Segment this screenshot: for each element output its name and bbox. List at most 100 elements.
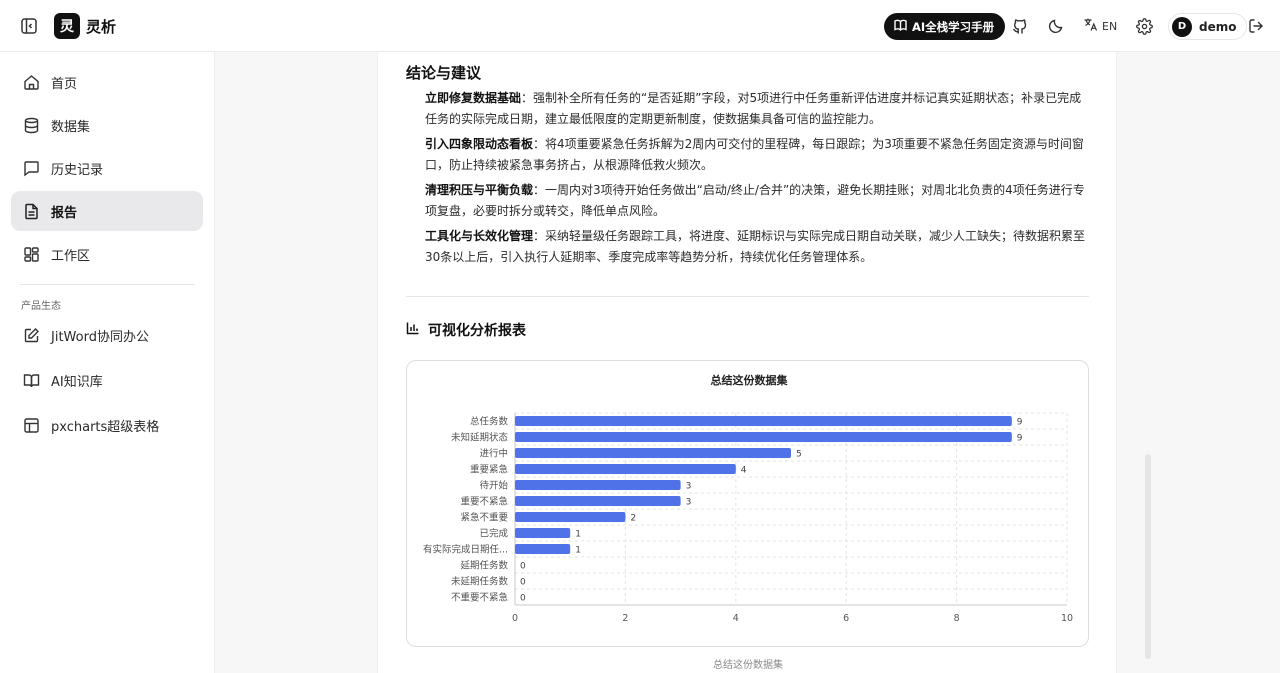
data-label: 3 <box>686 482 692 492</box>
data-label: 3 <box>686 498 692 508</box>
data-label: 2 <box>630 514 636 524</box>
ai-manual-label: AI全栈学习手册 <box>912 19 995 34</box>
y-tick-label: 延期任务数 <box>460 560 508 572</box>
item-title: 引入四象限动态看板 <box>425 137 534 151</box>
sidebar-toggle-icon[interactable] <box>18 15 40 37</box>
x-tick-label: 2 <box>622 613 628 624</box>
chart-title: 总结这份数据集 <box>711 373 789 387</box>
bar <box>515 544 571 554</box>
sidebar-item-label: 报告 <box>51 205 78 221</box>
y-tick-label: 重要不紧急 <box>460 496 508 508</box>
sidebar: 首页 数据集 历史记录 报告 工作区 产品生态 JitWord协同办公 AI知识… <box>0 52 215 673</box>
report-document-icon <box>22 202 40 220</box>
user-name: demo <box>1199 19 1237 34</box>
logout-icon[interactable] <box>1246 16 1266 36</box>
data-label: 4 <box>741 466 747 476</box>
sidebar-item-label: 历史记录 <box>51 162 104 178</box>
translate-icon <box>1083 17 1098 35</box>
bar <box>515 528 571 538</box>
sidebar-item-label: 首页 <box>51 76 78 92</box>
y-tick-label: 进行中 <box>479 448 508 460</box>
data-label: 0 <box>520 578 526 588</box>
sidebar-item-jitword[interactable]: JitWord协同办公 <box>11 315 203 355</box>
y-tick-label: 紧急不重要 <box>460 512 508 524</box>
recommendation-list: 立即修复数据基础：强制补全所有任务的“是否延期”字段，对5项进行中任务重新评估进… <box>425 88 1089 272</box>
data-label: 1 <box>575 530 581 540</box>
sidebar-divider <box>20 284 195 285</box>
x-tick-label: 8 <box>954 613 960 624</box>
x-tick-label: 10 <box>1061 613 1073 624</box>
language-label: EN <box>1102 19 1118 33</box>
data-label: 0 <box>520 594 526 604</box>
settings-gear-icon[interactable] <box>1134 16 1154 36</box>
viz-title-text: 可视化分析报表 <box>428 323 526 339</box>
sidebar-section-label: 产品生态 <box>21 301 61 312</box>
bar-chart-icon <box>406 321 420 339</box>
scrollbar[interactable] <box>1145 454 1151 659</box>
data-label: 1 <box>575 546 581 556</box>
avatar: D <box>1172 16 1192 37</box>
data-label: 0 <box>520 562 526 572</box>
sidebar-item-pxcharts[interactable]: pxcharts超级表格 <box>11 405 203 445</box>
data-label: 5 <box>796 450 802 460</box>
list-item: 立即修复数据基础：强制补全所有任务的“是否延期”字段，对5项进行中任务重新评估进… <box>425 88 1089 130</box>
ai-manual-button[interactable]: AI全栈学习手册 <box>884 13 1006 40</box>
sidebar-item-label: pxcharts超级表格 <box>51 419 160 435</box>
viz-section-title: 可视化分析报表 <box>406 320 526 340</box>
database-icon <box>22 116 40 134</box>
chart-card: 总结这份数据集 0 2 4 6 8 10 总任务数 9 未知延期状态 9 进行中 5 重要紧急 4 待开始 3 重… <box>406 360 1089 647</box>
x-tick-label: 0 <box>512 613 518 624</box>
item-title: 清理积压与平衡负载 <box>425 183 534 197</box>
bar <box>515 496 681 506</box>
y-tick-label: 重要紧急 <box>470 464 509 476</box>
sidebar-item-label: 工作区 <box>51 248 91 264</box>
sidebar-item-reports[interactable]: 报告 <box>11 191 203 231</box>
y-tick-label: 待开始 <box>479 480 508 492</box>
bar <box>515 512 626 522</box>
list-item: 工具化与长效化管理：采纳轻量级任务跟踪工具，将进度、延期标识与实际完成日期自动关… <box>425 226 1089 268</box>
user-menu[interactable]: D demo <box>1168 13 1248 40</box>
sidebar-item-label: 数据集 <box>51 119 91 135</box>
github-icon[interactable] <box>1010 16 1030 36</box>
y-tick-label: 已完成 <box>479 528 508 540</box>
sidebar-item-ai-knowledge[interactable]: AI知识库 <box>11 360 203 400</box>
list-item: 清理积压与平衡负载：一周内对3项待开始任务做出“启动/终止/合并”的决策，避免长… <box>425 180 1089 222</box>
sidebar-item-history[interactable]: 历史记录 <box>11 148 203 188</box>
book-icon <box>894 19 907 34</box>
table-icon <box>22 416 40 434</box>
sidebar-item-workspace[interactable]: 工作区 <box>11 234 203 274</box>
section-title: 结论与建议 <box>406 64 482 82</box>
sidebar-item-home[interactable]: 首页 <box>11 62 203 102</box>
y-tick-label: 总任务数 <box>470 416 509 428</box>
bar <box>515 480 681 490</box>
x-tick-label: 4 <box>733 613 739 624</box>
edit-pen-icon <box>22 326 40 344</box>
top-bar: 灵 灵析 AI全栈学习手册 EN D demo <box>0 0 1280 52</box>
item-title: 工具化与长效化管理 <box>425 229 534 243</box>
language-switch[interactable]: EN <box>1083 16 1117 36</box>
workspace-grid-icon <box>22 245 40 263</box>
data-label: 9 <box>1017 418 1023 428</box>
data-label: 9 <box>1017 434 1023 444</box>
list-item: 引入四象限动态看板：将4项重要紧急任务拆解为2周内可交付的里程碑，每日跟踪；为3… <box>425 134 1089 176</box>
y-tick-label: 未延期任务数 <box>451 576 509 588</box>
item-text: ：强制补全所有任务的“是否延期”字段，对5项进行中任务重新评估进度并标记真实延期… <box>425 91 1082 126</box>
y-tick-label: 有实际完成日期任... <box>423 544 508 556</box>
brand-logo[interactable]: 灵 <box>54 13 80 39</box>
y-tick-label: 未知延期状态 <box>451 432 509 444</box>
x-tick-label: 6 <box>843 613 849 624</box>
open-book-icon <box>22 371 40 389</box>
sidebar-item-label: AI知识库 <box>51 374 103 390</box>
report-content: 结论与建议 立即修复数据基础：强制补全所有任务的“是否延期”字段，对5项进行中任… <box>377 52 1117 673</box>
bar <box>515 448 791 458</box>
sidebar-item-label: JitWord协同办公 <box>51 329 149 345</box>
dark-mode-moon-icon[interactable] <box>1046 16 1066 36</box>
brand-name[interactable]: 灵析 <box>86 16 116 37</box>
bar-chart: 总结这份数据集0 2 4 6 8 10总任务数 9未知延期状态 9进行中 5重要紧急 4待开始 3重… <box>423 373 1073 624</box>
bar <box>515 416 1012 426</box>
sidebar-item-datasets[interactable]: 数据集 <box>11 105 203 145</box>
home-icon <box>22 73 40 91</box>
chart-caption: 总结这份数据集 <box>713 660 783 671</box>
item-title: 立即修复数据基础 <box>425 91 522 105</box>
chat-history-icon <box>22 159 40 177</box>
